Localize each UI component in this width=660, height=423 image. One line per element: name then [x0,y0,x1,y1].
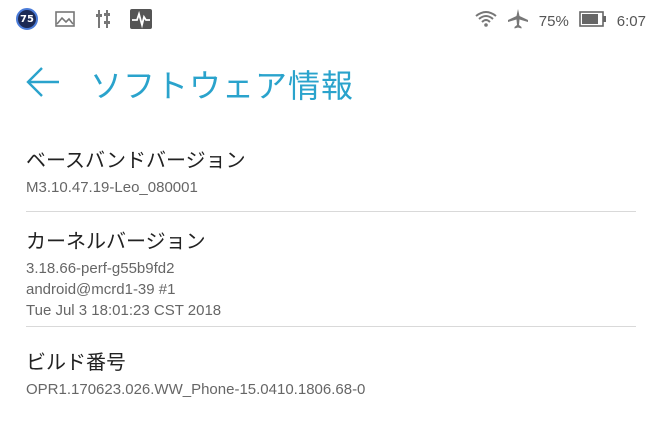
divider [26,211,636,212]
item-value: android@mcrd1-39 #1 [26,281,176,298]
list-item-build-number[interactable]: ビルド番号 OPR1.170623.026.WW_Phone-15.0410.1… [26,346,636,400]
image-icon [54,8,76,30]
item-label: カーネルバージョン [26,229,206,253]
item-value: 3.18.66-perf-g55b9fd2 [26,260,175,277]
notification-badge-icon: 75 [16,8,38,30]
divider [26,326,636,327]
item-value: Tue Jul 3 18:01:23 CST 2018 [26,302,222,319]
airplane-icon [507,8,529,34]
status-bar-left: 75 [16,8,152,30]
list-item-kernel-version[interactable]: カーネルバージョン 3.18.66-perf-g55b9fd2 android@… [26,225,636,321]
status-bar-right: 75% 6:07 [475,8,646,34]
battery-icon [578,11,607,31]
item-value: M3.10.47.19-Leo_080001 [26,179,198,196]
wifi-icon [475,10,497,32]
status-bar: 75 75% 6:07 [0,0,660,38]
battery-percent: 75% [538,12,569,30]
item-label: ベースバンドバージョン [26,148,246,172]
usb-debug-icon [92,8,114,30]
item-label: ビルド番号 [26,350,126,374]
back-button[interactable] [24,64,62,100]
back-arrow-icon [26,67,59,97]
activity-monitor-icon [130,8,152,30]
list-item-baseband-version[interactable]: ベースバンドバージョン M3.10.47.19-Leo_080001 [26,144,636,198]
page-title: ソフトウェア情報 [90,67,355,105]
item-value: OPR1.170623.026.WW_Phone-15.0410.1806.68… [26,381,366,398]
app-bar: ソフトウェア情報 [0,52,660,112]
clock: 6:07 [616,12,646,30]
